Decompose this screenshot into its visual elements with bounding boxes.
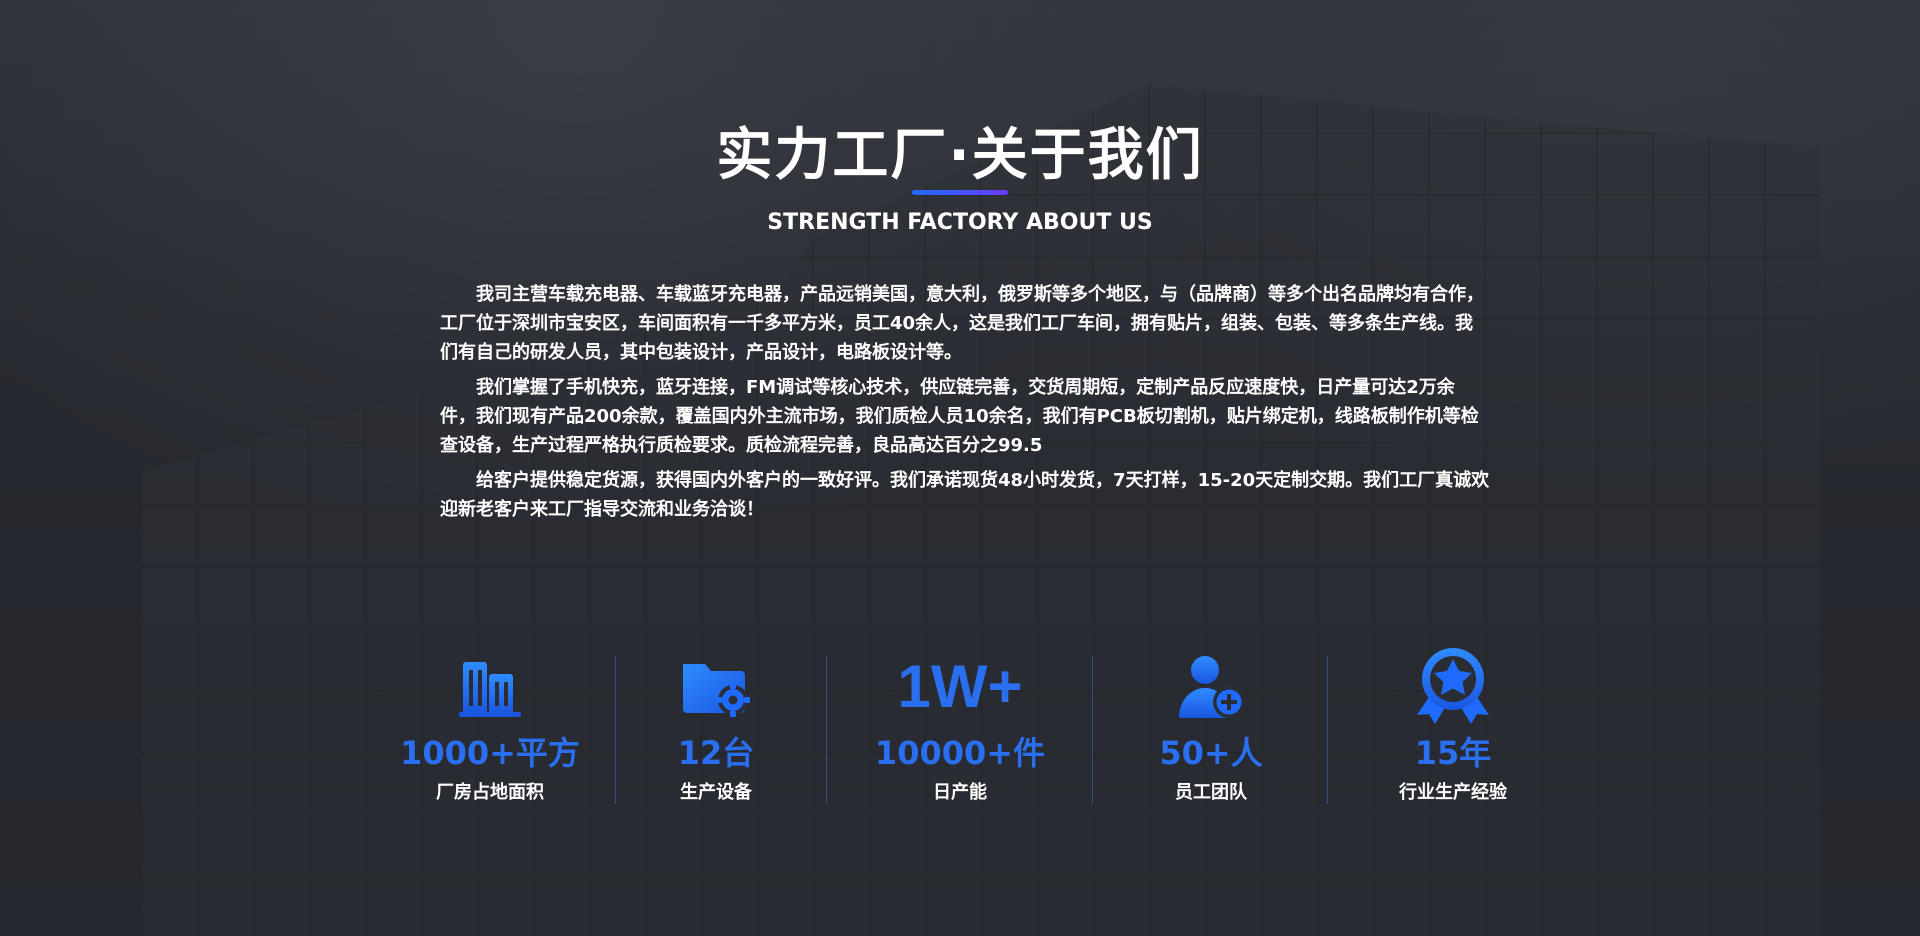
stat-value: 1000+平方 xyxy=(400,734,580,772)
stat-value: 12台 xyxy=(677,734,755,772)
stat-divider xyxy=(1327,656,1328,804)
stat-label: 生产设备 xyxy=(680,782,752,803)
stat-value: 50+人 xyxy=(1159,734,1263,772)
about-paragraph-1: 我司主营车载充电器、车载蓝牙充电器，产品远销美国，意大利，俄罗斯等多个地区，与（… xyxy=(440,284,1484,363)
section-title: 实力工厂·关于我们 xyxy=(716,123,1204,188)
about-paragraph-3: 给客户提供稳定货源，获得国内外客户的一致好评。我们承诺现货48小时发货，7天打样… xyxy=(440,470,1490,520)
stat-staff: 50+人 员工团队 xyxy=(1091,650,1331,804)
award-badge-icon xyxy=(1333,648,1573,724)
section-subtitle: STRENGTH FACTORY ABOUT US xyxy=(767,210,1153,235)
stat-label: 行业生产经验 xyxy=(1399,782,1507,803)
stat-label: 厂房占地面积 xyxy=(436,782,544,803)
about-section: 实力工厂·关于我们 STRENGTH FACTORY ABOUT US 我司主营… xyxy=(0,0,1920,936)
stat-label: 员工团队 xyxy=(1175,782,1247,803)
stat-equipment: 12台 生产设备 xyxy=(596,650,836,804)
about-text: 我司主营车载充电器、车载蓝牙充电器，产品远销美国，意大利，俄罗斯等多个地区，与（… xyxy=(440,280,1490,530)
folder-gear-icon xyxy=(596,650,836,724)
user-add-icon xyxy=(1091,650,1331,724)
about-paragraph-2: 我们掌握了手机快充，蓝牙连接，FM调试等核心技术，供应链完善，交货周期短，定制产… xyxy=(440,377,1479,456)
stats-row: 1000+平方 厂房占地面积 12台 生产设备 1W+ 10000+件 日产能 … xyxy=(0,648,1920,810)
stat-divider xyxy=(826,656,827,804)
stat-value: 15年 xyxy=(1414,734,1492,772)
stat-label: 日产能 xyxy=(933,782,987,803)
stat-daily-capacity: 1W+ 10000+件 日产能 xyxy=(840,650,1080,804)
stat-experience: 15年 行业生产经验 xyxy=(1333,648,1573,804)
stat-value: 10000+件 xyxy=(874,734,1046,772)
stat-factory-area: 1000+平方 厂房占地面积 xyxy=(370,650,610,804)
title-underline xyxy=(912,190,1008,195)
building-icon xyxy=(370,650,610,724)
capacity-big-text: 1W+ xyxy=(897,653,1023,720)
